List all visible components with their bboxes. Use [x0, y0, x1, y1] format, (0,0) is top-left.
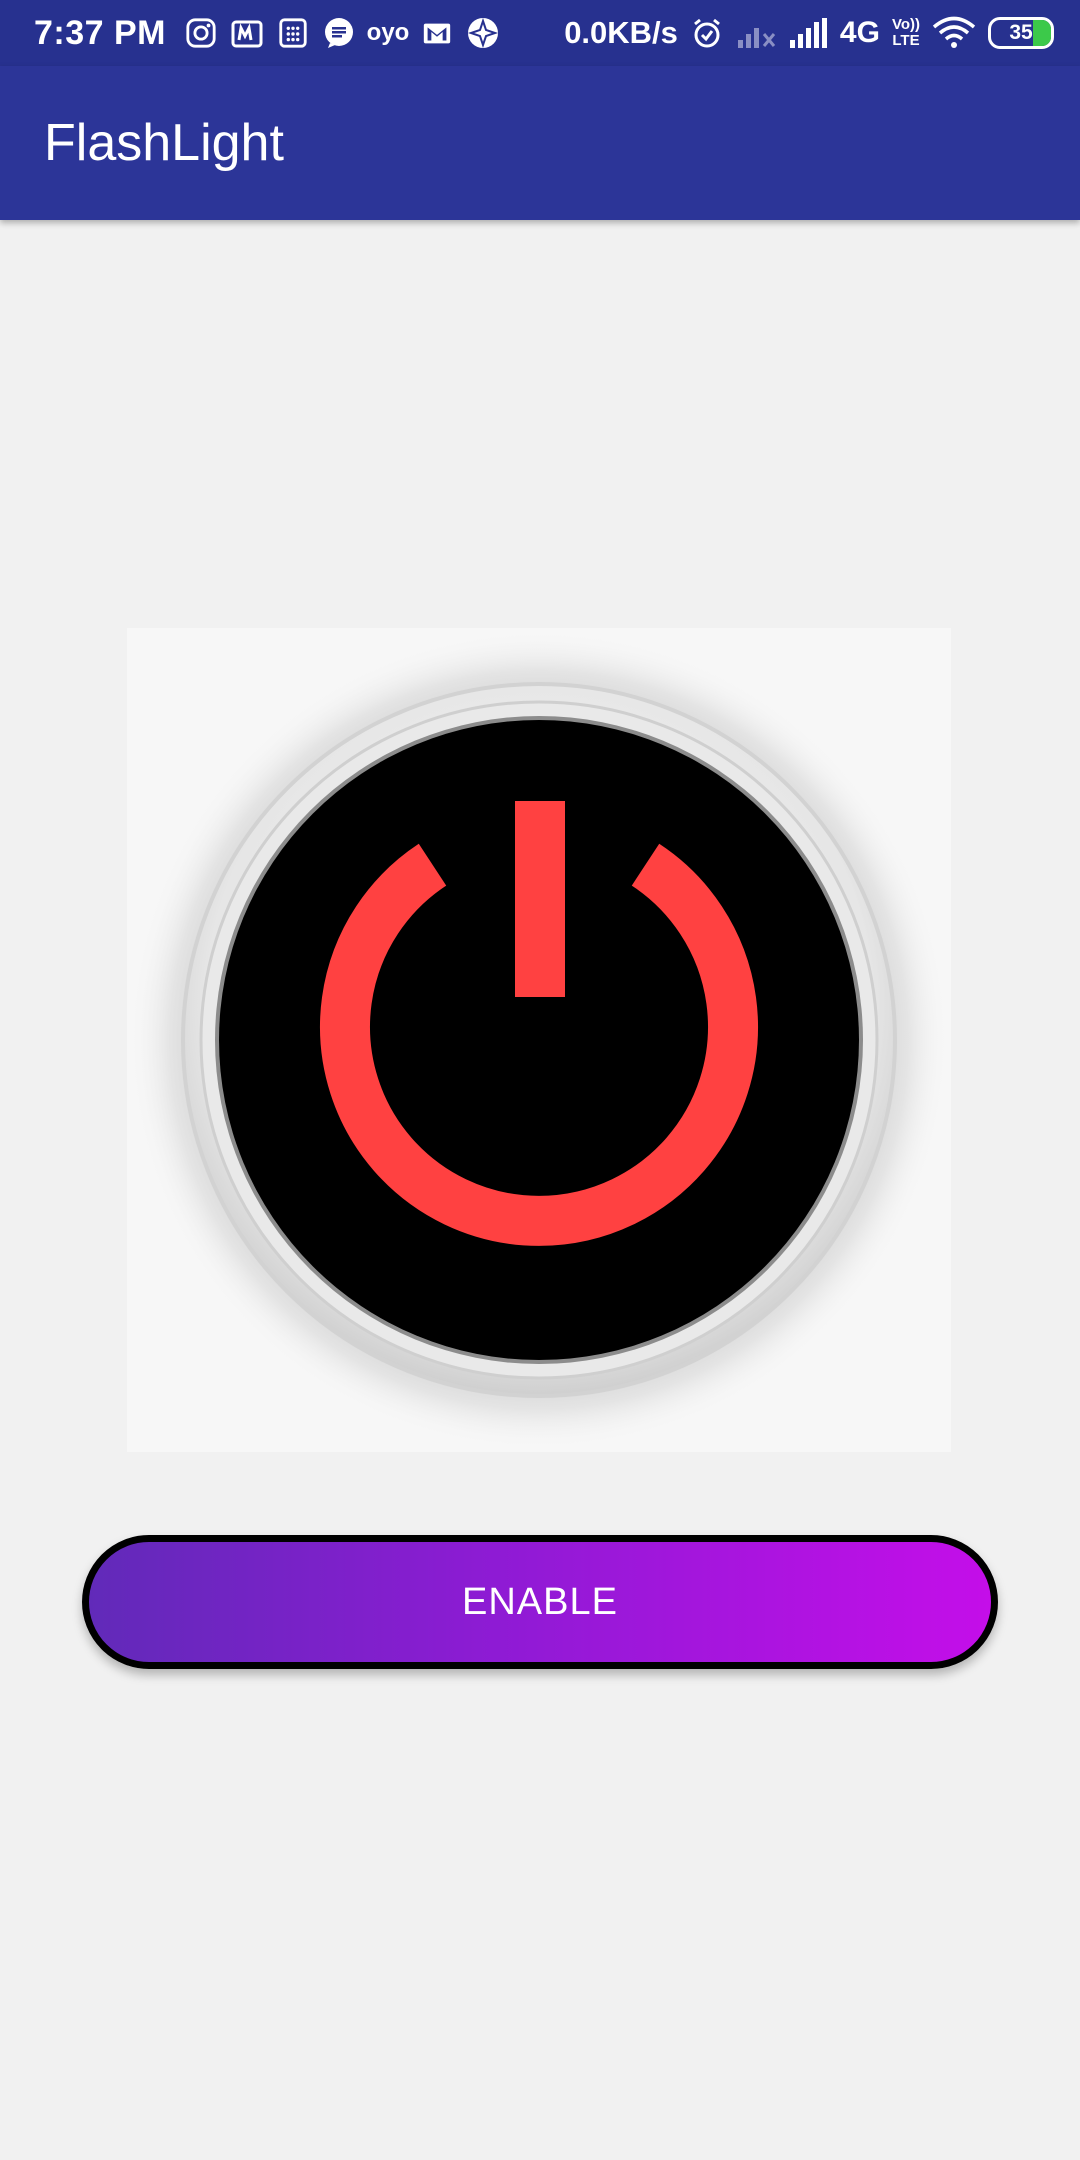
browser-icon — [466, 16, 500, 50]
volte-top: Vo)) — [891, 16, 920, 33]
status-time: 7:37 PM — [34, 13, 166, 52]
enable-button[interactable]: ENABLE — [82, 1535, 998, 1669]
no-signal-icon — [736, 16, 776, 50]
oyo-text: oyo — [366, 19, 410, 46]
wifi-icon — [932, 16, 976, 50]
status-bar: 7:37 PM oyo 0.0KB/s 4G Vo)) LTE 35 — [0, 0, 1080, 66]
power-button-image[interactable] — [127, 628, 951, 1452]
app-bar: FlashLight — [0, 66, 1080, 220]
enable-button-label: ENABLE — [462, 1580, 618, 1623]
notification-icons: oyo — [184, 16, 500, 50]
instagram-icon — [184, 16, 218, 50]
net-speed: 0.0KB/s — [564, 15, 678, 50]
power-icon — [129, 630, 949, 1450]
volte-indicator: Vo)) LTE — [892, 17, 920, 49]
battery-level: 35 — [1009, 21, 1033, 44]
myntra-icon — [230, 16, 264, 50]
calculator-icon — [276, 16, 310, 50]
volte-bottom: LTE — [892, 32, 920, 49]
oyo-icon: oyo — [366, 16, 410, 50]
message-icon — [322, 16, 356, 50]
signal-icon — [788, 16, 828, 50]
alarm-icon — [690, 16, 724, 50]
status-right: 0.0KB/s 4G Vo)) LTE 35 — [564, 0, 1054, 66]
network-type: 4G — [839, 16, 880, 49]
app-title: FlashLight — [44, 114, 284, 172]
battery-icon: 35 — [988, 17, 1054, 49]
gmail-icon — [420, 16, 454, 50]
battery-charge-level — [1033, 20, 1051, 46]
